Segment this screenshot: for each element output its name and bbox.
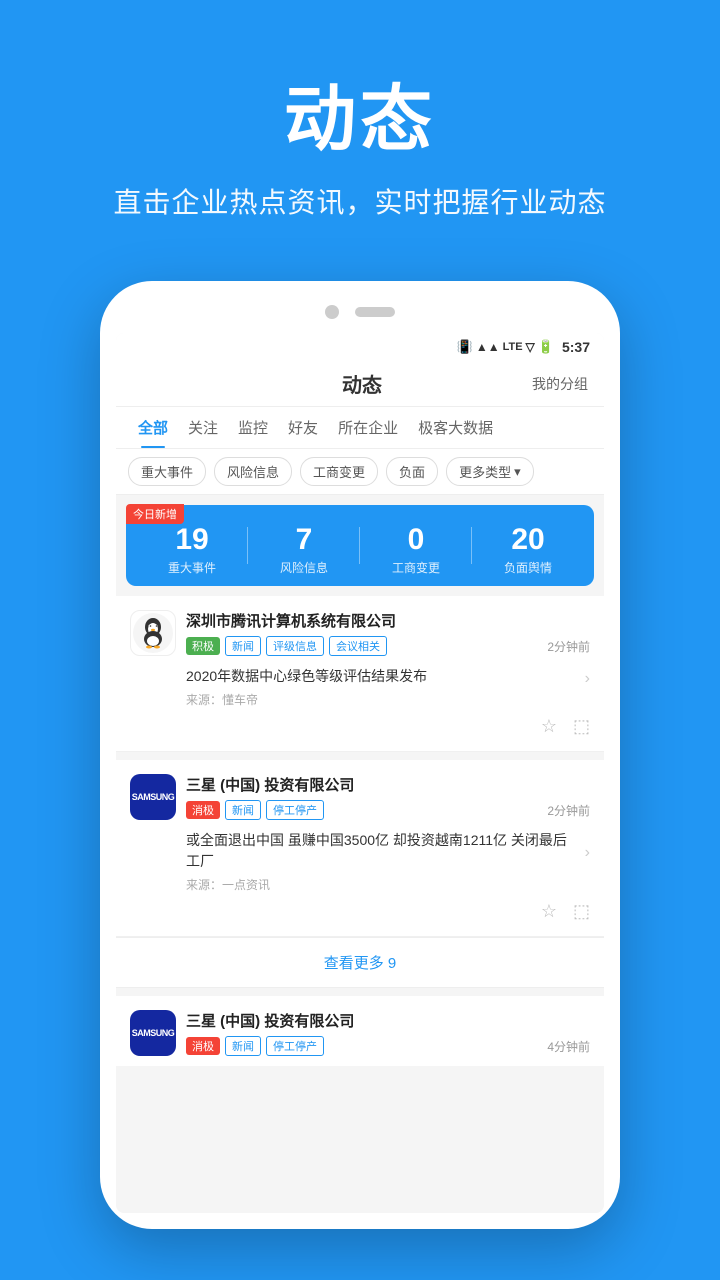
hero-section: 动态 直击企业热点资讯，实时把握行业动态: [0, 0, 720, 251]
today-badge: 今日新增: [126, 504, 184, 524]
wifi-icon: ▽: [526, 340, 535, 354]
see-more-button[interactable]: 查看更多 9: [116, 937, 604, 988]
samsung-news-content: 或全面退出中国 虽赚中国3500亿 却投资越南1211亿 关闭最后工厂 › 来源…: [130, 830, 590, 893]
news-meta-samsung: 三星 (中国) 投资有限公司 消极 新闻 停工停产 2分钟前: [186, 774, 590, 820]
tencent-logo: [130, 610, 176, 656]
tencent-company-name: 深圳市腾讯计算机系统有限公司: [186, 610, 396, 631]
partial-meta: 三星 (中国) 投资有限公司 消极 新闻 停工停产 4分钟前: [186, 1010, 590, 1056]
news-header-samsung: SAMSUNG 三星 (中国) 投资有限公司 消极 新闻 停工停产 2分钟前: [130, 774, 590, 820]
chip-business-change[interactable]: 工商变更: [300, 457, 378, 486]
stat-risk-label: 风险信息: [248, 559, 360, 576]
samsung-logo-text: SAMSUNG: [132, 792, 175, 802]
tag-shutdown: 停工停产: [266, 800, 324, 820]
tab-friends[interactable]: 好友: [278, 407, 328, 448]
phone-top-bar: [116, 297, 604, 333]
share-icon-samsung[interactable]: ⬚: [573, 901, 590, 922]
tabs-container: 全部 关注 监控 好友 所在企业 极客大数据: [116, 407, 604, 449]
share-icon-tencent[interactable]: ⬚: [573, 716, 590, 737]
filter-chips: 重大事件 风险信息 工商变更 负面 更多类型 ▾: [116, 449, 604, 495]
stat-negative: 20 负面舆情: [472, 523, 584, 576]
tencent-icon: [131, 611, 175, 655]
status-bar: 📳 ▲▲ LTE ▽ 🔋 5:37: [116, 333, 604, 359]
chip-major-events[interactable]: 重大事件: [128, 457, 206, 486]
phone-screen: 📳 ▲▲ LTE ▽ 🔋 5:37 动态 我的分组 全部 关注 监控 好友: [116, 333, 604, 1213]
stat-risk-number: 7: [248, 523, 360, 557]
samsung-arrow-icon: ›: [585, 844, 590, 862]
tag-negative-2: 消极: [186, 1037, 220, 1055]
tag-rating: 评级信息: [266, 636, 324, 656]
samsung-logo: SAMSUNG: [130, 774, 176, 820]
tencent-title-row: 2020年数据中心绿色等级评估结果发布 ›: [186, 666, 590, 691]
tencent-news-source: 来源：懂车帝: [186, 691, 590, 708]
phone-speaker: [355, 307, 395, 317]
battery-icon: 🔋: [538, 339, 554, 355]
lte-icon: LTE: [503, 341, 523, 353]
stat-major-number: 19: [136, 523, 248, 557]
tencent-time: 2分钟前: [547, 638, 590, 655]
tab-bigdata[interactable]: 极客大数据: [408, 407, 503, 448]
tag-news-3: 新闻: [225, 1036, 261, 1056]
phone-camera: [325, 305, 339, 319]
chevron-down-icon: ▾: [514, 464, 521, 480]
samsung-news-title: 或全面退出中国 虽赚中国3500亿 却投资越南1211亿 关闭最后工厂: [186, 830, 579, 872]
status-icons: 📳 ▲▲ LTE ▽ 🔋: [457, 339, 554, 355]
tag-meeting: 会议相关: [329, 636, 387, 656]
app-header: 动态 我的分组: [116, 359, 604, 407]
news-item-samsung[interactable]: SAMSUNG 三星 (中国) 投资有限公司 消极 新闻 停工停产 2分钟前: [116, 760, 604, 937]
hero-subtitle: 直击企业热点资讯，实时把握行业动态: [40, 181, 680, 221]
phone-wrapper: 📳 ▲▲ LTE ▽ 🔋 5:37 动态 我的分组 全部 关注 监控 好友: [0, 251, 720, 1229]
vibrate-icon: 📳: [457, 339, 473, 355]
tencent-news-content: 2020年数据中心绿色等级评估结果发布 › 来源：懂车帝: [130, 666, 590, 708]
stat-business: 0 工商变更: [360, 523, 472, 576]
samsung-company-name: 三星 (中国) 投资有限公司: [186, 774, 354, 795]
tag-news-2: 新闻: [225, 800, 261, 820]
samsung-logo-2: SAMSUNG: [130, 1010, 176, 1056]
chip-risk-info[interactable]: 风险信息: [214, 457, 292, 486]
tab-follow[interactable]: 关注: [178, 407, 228, 448]
phone-outer: 📳 ▲▲ LTE ▽ 🔋 5:37 动态 我的分组 全部 关注 监控 好友: [100, 281, 620, 1229]
stat-major-events: 19 重大事件: [136, 523, 248, 576]
stat-business-number: 0: [360, 523, 472, 557]
signal-icon: ▲▲: [476, 340, 500, 354]
samsung-news-actions: ☆ ⬚: [130, 893, 590, 922]
tag-positive: 积极: [186, 637, 220, 655]
partial-header: SAMSUNG 三星 (中国) 投资有限公司 消极 新闻 停工停产 4分钟前: [130, 1010, 590, 1056]
news-item-partial[interactable]: SAMSUNG 三星 (中国) 投资有限公司 消极 新闻 停工停产 4分钟前: [116, 996, 604, 1066]
status-time: 5:37: [562, 339, 590, 355]
samsung-title-row: 或全面退出中国 虽赚中国3500亿 却投资越南1211亿 关闭最后工厂 ›: [186, 830, 590, 876]
tab-company[interactable]: 所在企业: [328, 407, 408, 448]
tencent-news-title: 2020年数据中心绿色等级评估结果发布: [186, 666, 427, 687]
stats-row: 19 重大事件 7 风险信息 0 工商变更 20 负面舆情: [136, 519, 584, 576]
samsung-logo-text-2: SAMSUNG: [132, 1028, 175, 1038]
stat-negative-label: 负面舆情: [472, 559, 584, 576]
samsung-time: 2分钟前: [547, 802, 590, 819]
stats-card: 今日新增 19 重大事件 7 风险信息 0 工商变更 20: [126, 505, 594, 586]
app-header-title: 动态: [192, 369, 532, 398]
stat-risk: 7 风险信息: [248, 523, 360, 576]
stat-major-label: 重大事件: [136, 559, 248, 576]
tag-shutdown-2: 停工停产: [266, 1036, 324, 1056]
news-meta-tencent: 深圳市腾讯计算机系统有限公司 积极 新闻 评级信息 会议相关 2分钟前: [186, 610, 590, 656]
chip-more-types[interactable]: 更多类型 ▾: [446, 457, 534, 486]
tab-all[interactable]: 全部: [128, 407, 178, 448]
samsung-news-source: 来源：一点资讯: [186, 876, 590, 893]
tencent-news-actions: ☆ ⬚: [130, 708, 590, 737]
tencent-arrow-icon: ›: [585, 670, 590, 688]
stat-negative-number: 20: [472, 523, 584, 557]
star-icon-tencent[interactable]: ☆: [541, 716, 557, 737]
chip-negative[interactable]: 负面: [386, 457, 438, 486]
partial-time: 4分钟前: [547, 1038, 590, 1055]
hero-title: 动态: [40, 60, 680, 165]
news-header-tencent: 深圳市腾讯计算机系统有限公司 积极 新闻 评级信息 会议相关 2分钟前: [130, 610, 590, 656]
tag-news-1: 新闻: [225, 636, 261, 656]
star-icon-samsung[interactable]: ☆: [541, 901, 557, 922]
tag-negative: 消极: [186, 801, 220, 819]
tab-monitor[interactable]: 监控: [228, 407, 278, 448]
stat-business-label: 工商变更: [360, 559, 472, 576]
news-item-tencent[interactable]: 深圳市腾讯计算机系统有限公司 积极 新闻 评级信息 会议相关 2分钟前 202: [116, 596, 604, 752]
my-groups-button[interactable]: 我的分组: [532, 374, 588, 394]
partial-company-name: 三星 (中国) 投资有限公司: [186, 1010, 590, 1031]
